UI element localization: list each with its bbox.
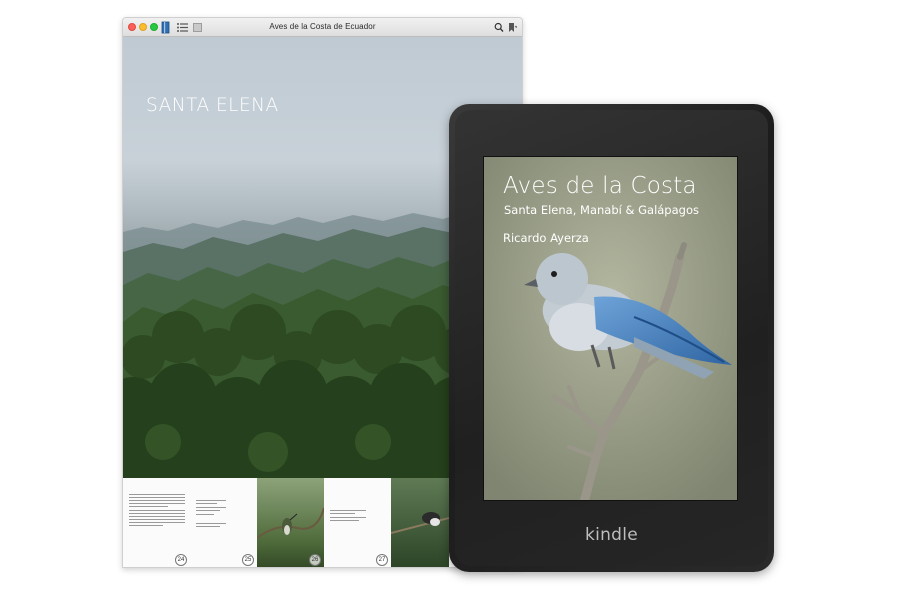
kindle-brand-logo: kindle <box>584 525 639 545</box>
bird-photo <box>391 512 449 534</box>
search-icon[interactable] <box>494 21 504 34</box>
page-number: 25 <box>242 554 254 566</box>
window-titlebar: Aves de la Costa de Ecuador <box>123 18 522 37</box>
page-thumbnail-25[interactable]: 25 <box>190 478 257 567</box>
page-text-lines <box>129 494 185 528</box>
kindle-device: Aves de la Costa Santa Elena, Manabí & G… <box>449 104 774 572</box>
page-thumbnail-27[interactable]: 27 <box>324 478 391 567</box>
page-number: 27 <box>376 554 388 566</box>
page-thumbnail-26[interactable]: 26 <box>257 478 324 567</box>
page-thumbnail-28[interactable] <box>391 478 449 567</box>
book-subtitle: Santa Elena, Manabí & Galápagos <box>504 203 699 217</box>
chapter-title: SANTA ELENA <box>146 95 279 116</box>
bookmark-icon[interactable] <box>507 21 517 34</box>
page-number: 24 <box>175 554 187 566</box>
book-title: Aves de la Costa <box>503 173 697 199</box>
book-author: Ricardo Ayerza <box>503 231 589 245</box>
page-thumbnail-24[interactable]: 24 <box>123 478 190 567</box>
book-cover-screen: Aves de la Costa Santa Elena, Manabí & G… <box>483 156 738 501</box>
window-title: Aves de la Costa de Ecuador <box>269 22 376 31</box>
page-text-lines <box>330 510 366 523</box>
page-number: 26 <box>309 554 321 566</box>
page-text-lines <box>196 500 226 529</box>
